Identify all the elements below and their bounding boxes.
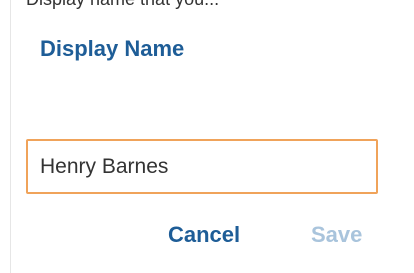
cancel-button[interactable]: Cancel bbox=[168, 222, 240, 248]
dialog-title: Display Name bbox=[40, 36, 185, 61]
display-name-input[interactable] bbox=[28, 141, 376, 192]
background-header-partial: Display name that you... bbox=[0, 0, 414, 14]
dialog-left-border bbox=[10, 0, 11, 273]
display-name-dialog: Display name that you... Display Name Ca… bbox=[0, 0, 414, 273]
header-partial-text: Display name that you... bbox=[26, 0, 219, 10]
save-button[interactable]: Save bbox=[311, 222, 362, 248]
display-name-field-wrapper bbox=[26, 139, 378, 194]
